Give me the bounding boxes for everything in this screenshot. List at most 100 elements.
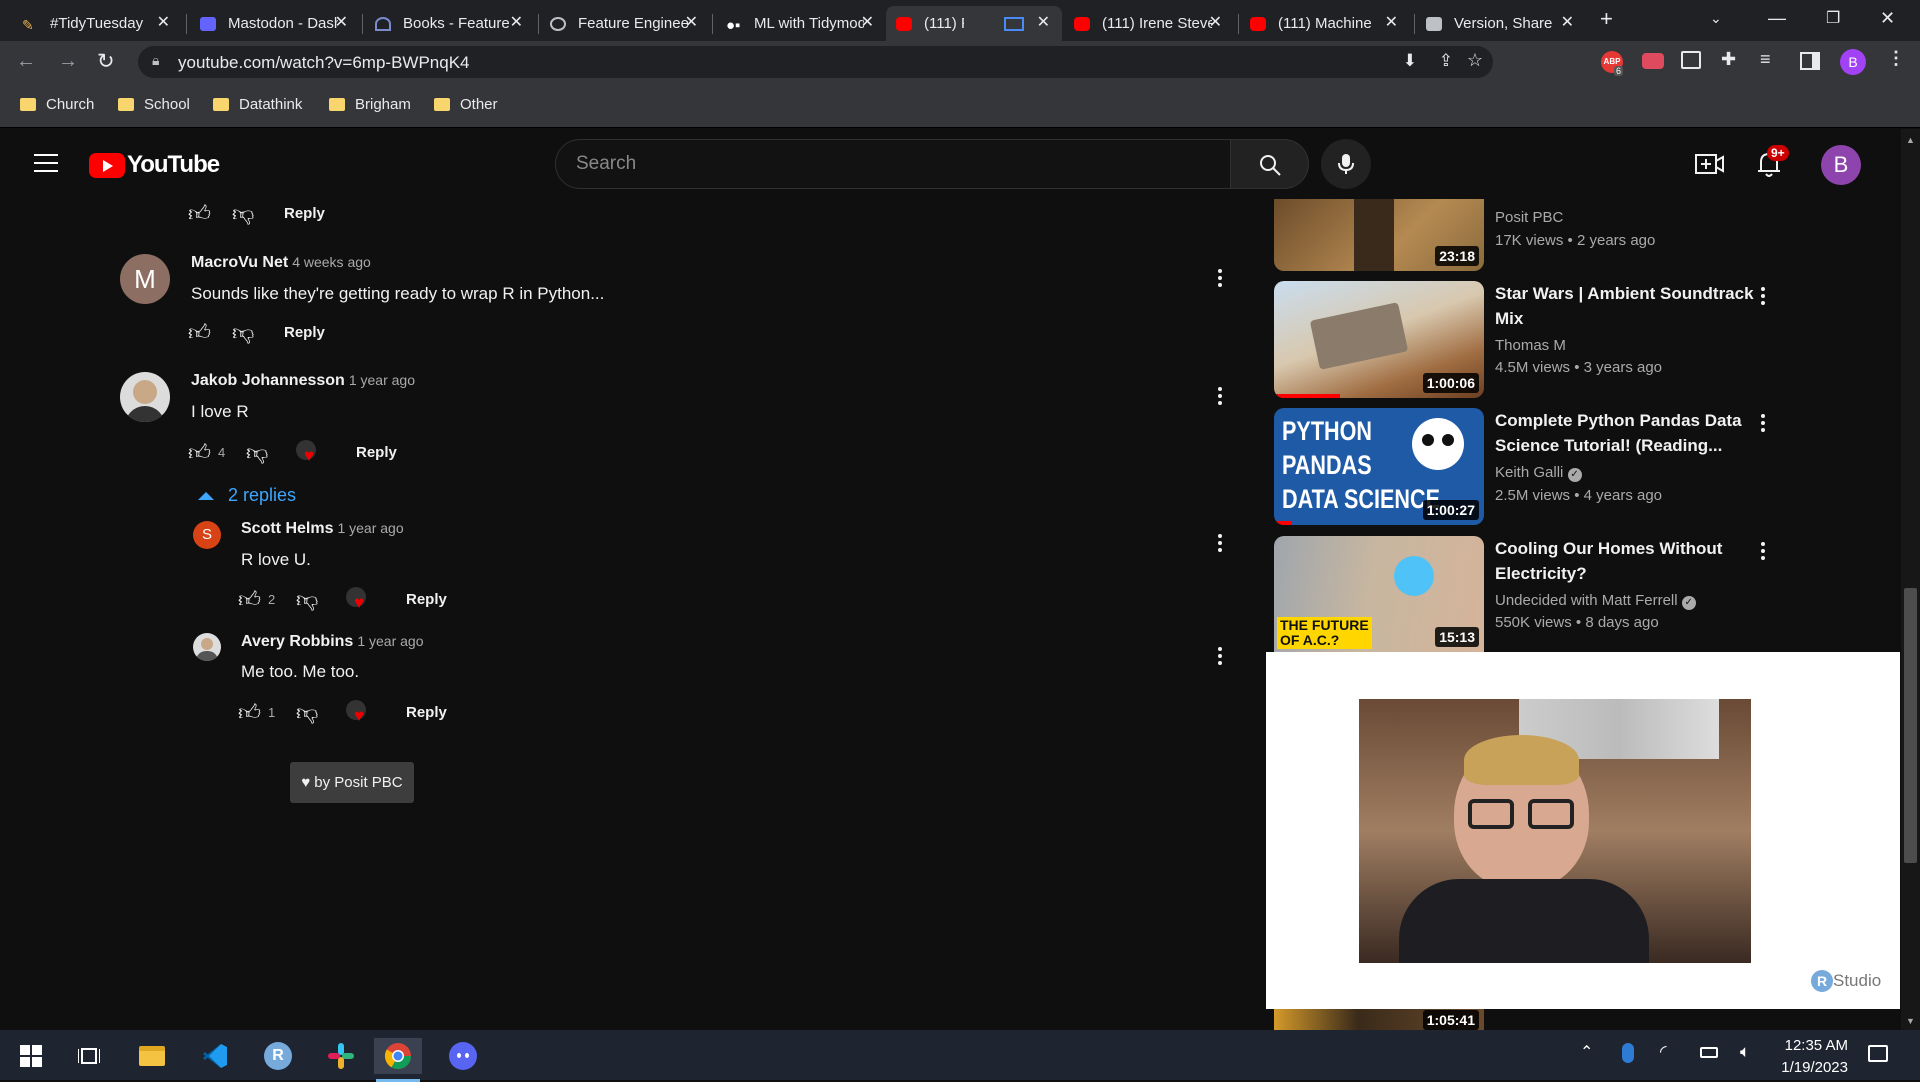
media-control-icon[interactable]: ≡ bbox=[1760, 49, 1771, 70]
reply-button[interactable]: Reply bbox=[406, 704, 447, 721]
tab-tidytuesday[interactable]: ✎ #TidyTuesday ✕ bbox=[12, 6, 182, 41]
replies-toggle-button[interactable]: 2 replies bbox=[198, 485, 296, 506]
avatar[interactable]: M bbox=[120, 254, 170, 304]
tab-pandas-active[interactable]: (111) Pandas ✕ bbox=[886, 6, 1062, 41]
like-icon[interactable]: 👍︎ bbox=[238, 699, 268, 726]
wifi-icon[interactable]: ◜ bbox=[1660, 1042, 1667, 1062]
youtube-logo[interactable]: YouTube bbox=[89, 151, 220, 179]
close-tab-icon[interactable]: ✕ bbox=[1561, 12, 1574, 32]
reload-button[interactable]: ↻ bbox=[97, 49, 115, 74]
dislike-icon[interactable]: 👎︎ bbox=[232, 319, 272, 346]
comment-author[interactable]: MacroVu Net bbox=[191, 254, 288, 271]
url-text[interactable]: youtube.com/watch?v=6mp-BWPnqK4 bbox=[178, 53, 470, 73]
search-input[interactable]: Search bbox=[555, 139, 1231, 189]
tab-irene-steves[interactable]: (111) Irene Steves ✕ bbox=[1064, 6, 1234, 41]
battery-icon[interactable] bbox=[1700, 1047, 1718, 1058]
close-window-button[interactable]: ✕ bbox=[1880, 8, 1895, 29]
bookmark-other[interactable]: Other bbox=[434, 96, 498, 113]
video-title[interactable]: Complete Python Pandas Data Science Tuto… bbox=[1495, 408, 1755, 458]
video-title[interactable]: Cooling Our Homes Without Electricity? bbox=[1495, 536, 1755, 586]
windows-start-icon[interactable] bbox=[8, 1038, 54, 1074]
scroll-down-icon[interactable]: ▼ bbox=[1906, 1016, 1915, 1026]
tab-version-share[interactable]: Version, Share ✕ bbox=[1416, 6, 1586, 41]
vscode-icon[interactable] bbox=[192, 1038, 238, 1074]
tab-ml-tidymodels[interactable]: ●▪ ML with Tidymodels ✕ bbox=[716, 6, 886, 41]
close-tab-icon[interactable]: ✕ bbox=[1209, 12, 1222, 32]
avatar[interactable] bbox=[120, 372, 170, 422]
dislike-icon[interactable]: 👎︎ bbox=[246, 439, 276, 466]
video-thumbnail[interactable]: THE FUTURE OF A.C.? 15:13 bbox=[1274, 536, 1484, 652]
comment-timestamp[interactable]: 1 year ago bbox=[349, 372, 415, 388]
voice-search-button[interactable] bbox=[1321, 139, 1371, 189]
notification-center-icon[interactable] bbox=[1868, 1045, 1888, 1062]
r-app-icon[interactable]: R bbox=[255, 1038, 301, 1074]
create-video-icon[interactable] bbox=[1695, 151, 1725, 177]
dislike-icon[interactable]: 👎︎ bbox=[232, 200, 272, 227]
tab-books[interactable]: Books - Feature ✕ bbox=[365, 6, 535, 41]
bluetooth-icon[interactable] bbox=[1622, 1043, 1634, 1063]
sponsor-button[interactable]: ♥ by Posit PBC bbox=[290, 762, 414, 803]
page-scrollbar[interactable]: ▲ ▼ bbox=[1901, 129, 1920, 1030]
taskbar-clock[interactable]: 12:35 AM 1/19/2023 bbox=[1781, 1035, 1848, 1079]
install-app-icon[interactable]: ⬇ bbox=[1403, 51, 1417, 71]
scrollbar-thumb[interactable] bbox=[1904, 588, 1917, 863]
bookmark-church[interactable]: Church bbox=[20, 96, 94, 113]
video-frame[interactable] bbox=[1359, 699, 1751, 963]
video-channel[interactable]: Thomas M bbox=[1495, 335, 1566, 357]
comment-menu-icon[interactable] bbox=[1218, 647, 1222, 668]
close-tab-icon[interactable]: ✕ bbox=[157, 12, 170, 32]
dislike-icon[interactable]: 👎︎ bbox=[296, 586, 326, 613]
close-tab-icon[interactable]: ✕ bbox=[1037, 12, 1050, 32]
close-tab-icon[interactable]: ✕ bbox=[1385, 12, 1398, 32]
avatar[interactable] bbox=[193, 633, 221, 661]
address-bar[interactable]: 🔒︎ youtube.com/watch?v=6mp-BWPnqK4 ⬇ ⇪ ☆ bbox=[138, 46, 1493, 78]
mini-player[interactable]: R Studio bbox=[1266, 652, 1900, 1009]
bookmark-school[interactable]: School bbox=[118, 96, 190, 113]
scroll-up-icon[interactable]: ▲ bbox=[1906, 135, 1915, 145]
slack-icon[interactable] bbox=[318, 1038, 364, 1074]
chrome-menu-icon[interactable]: ⋮ bbox=[1887, 48, 1905, 69]
video-menu-icon[interactable] bbox=[1761, 414, 1765, 435]
screen-extension-icon[interactable] bbox=[1681, 51, 1701, 69]
like-icon[interactable]: 👍︎ bbox=[188, 439, 218, 466]
close-tab-icon[interactable]: ✕ bbox=[685, 12, 698, 32]
comment-timestamp[interactable]: 1 year ago bbox=[357, 633, 423, 649]
file-explorer-icon[interactable] bbox=[129, 1038, 175, 1074]
search-button[interactable] bbox=[1231, 139, 1309, 189]
bookmark-brigham[interactable]: Brigham bbox=[329, 96, 411, 113]
video-channel[interactable]: Posit PBC bbox=[1495, 207, 1563, 229]
comment-author[interactable]: Scott Helms bbox=[241, 520, 333, 537]
video-thumbnail[interactable]: 1:00:06 bbox=[1274, 281, 1484, 398]
comment-timestamp[interactable]: 1 year ago bbox=[337, 520, 403, 536]
back-button[interactable]: ← bbox=[16, 50, 36, 73]
tab-mastodon[interactable]: Mastodon - Dashboard ✕ bbox=[190, 6, 360, 41]
close-tab-icon[interactable]: ✕ bbox=[861, 12, 874, 32]
tab-machine[interactable]: (111) Machine ✕ bbox=[1240, 6, 1410, 41]
task-view-icon[interactable] bbox=[66, 1038, 112, 1074]
bookmark-star-icon[interactable]: ☆ bbox=[1467, 50, 1483, 71]
like-icon[interactable]: 👍︎ bbox=[238, 586, 268, 613]
comment-timestamp[interactable]: 4 weeks ago bbox=[292, 254, 371, 270]
new-tab-button[interactable]: + bbox=[1600, 6, 1613, 32]
dislike-icon[interactable]: 👎︎ bbox=[296, 699, 326, 726]
like-icon[interactable]: 👍︎ bbox=[188, 200, 218, 227]
reply-button[interactable]: Reply bbox=[284, 205, 325, 222]
like-icon[interactable]: 👍︎ bbox=[188, 319, 218, 346]
comment-menu-icon[interactable] bbox=[1218, 387, 1222, 408]
avatar[interactable]: S bbox=[193, 521, 221, 549]
hamburger-menu-icon[interactable] bbox=[34, 154, 58, 172]
video-title[interactable]: Star Wars | Ambient Soundtrack Mix bbox=[1495, 281, 1755, 331]
reply-button[interactable]: Reply bbox=[406, 591, 447, 608]
reply-button[interactable]: Reply bbox=[356, 444, 397, 461]
bookmark-datathink[interactable]: Datathink bbox=[213, 96, 302, 113]
tab-search-chevron-icon[interactable]: ⌄ bbox=[1710, 10, 1722, 27]
tab-feature-engineering[interactable]: Feature Engineering ✕ bbox=[540, 6, 710, 41]
close-tab-icon[interactable]: ✕ bbox=[510, 12, 523, 32]
extensions-puzzle-icon[interactable]: ✚ bbox=[1721, 49, 1736, 70]
video-menu-icon[interactable] bbox=[1761, 542, 1765, 563]
close-tab-icon[interactable]: ✕ bbox=[335, 12, 348, 32]
video-thumbnail[interactable]: 23:18 bbox=[1274, 199, 1484, 271]
restore-button[interactable]: ❐ bbox=[1826, 8, 1840, 28]
share-icon[interactable]: ⇪ bbox=[1439, 51, 1453, 71]
forward-button[interactable]: → bbox=[58, 50, 78, 73]
